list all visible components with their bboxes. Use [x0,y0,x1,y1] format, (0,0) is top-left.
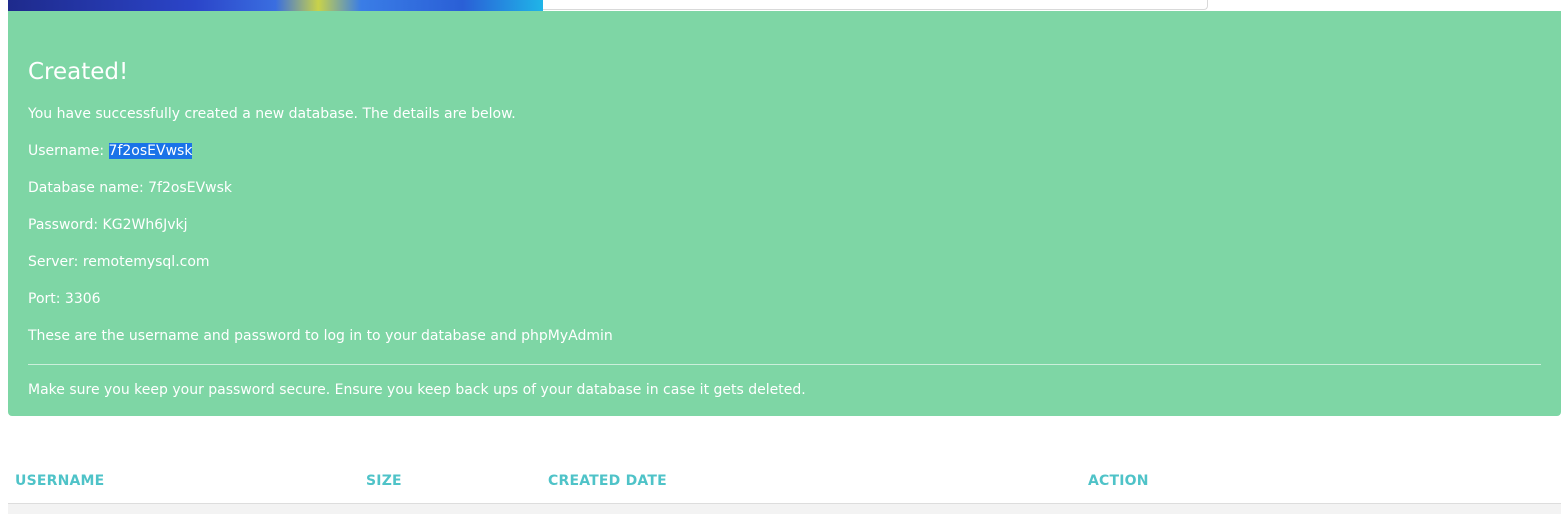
keep-secure-note: Make sure you keep your password secure.… [28,382,806,398]
column-header-created-date[interactable]: CREATED DATE [548,473,667,489]
column-header-size[interactable]: SIZE [366,473,402,489]
top-strip [0,0,1567,11]
databases-table-header: USERNAME SIZE CREATED DATE ACTION [0,460,1567,504]
username-label: Username: [28,143,109,159]
port-line[interactable]: Port: 3306 [28,289,101,309]
password-line[interactable]: Password: KG2Wh6Jvkj [28,215,188,235]
alert-intro: You have successfully created a new data… [28,106,516,122]
database-name-line[interactable]: Database name: 7f2osEVwsk [28,178,232,198]
login-note: These are the username and password to l… [28,328,613,344]
top-card [543,0,1208,10]
column-header-action: ACTION [1088,473,1149,489]
server-line[interactable]: Server: remotemysql.com [28,252,210,272]
username-value[interactable]: 7f2osEVwsk [108,143,193,159]
alert-title: Created! [28,59,129,85]
table-row [8,504,1561,514]
success-alert: Created! You have successfully created a… [8,11,1561,416]
column-header-username[interactable]: USERNAME [15,473,104,489]
alert-divider [28,364,1541,365]
username-line: Username: 7f2osEVwsk [28,141,193,161]
banner-image [8,0,543,11]
